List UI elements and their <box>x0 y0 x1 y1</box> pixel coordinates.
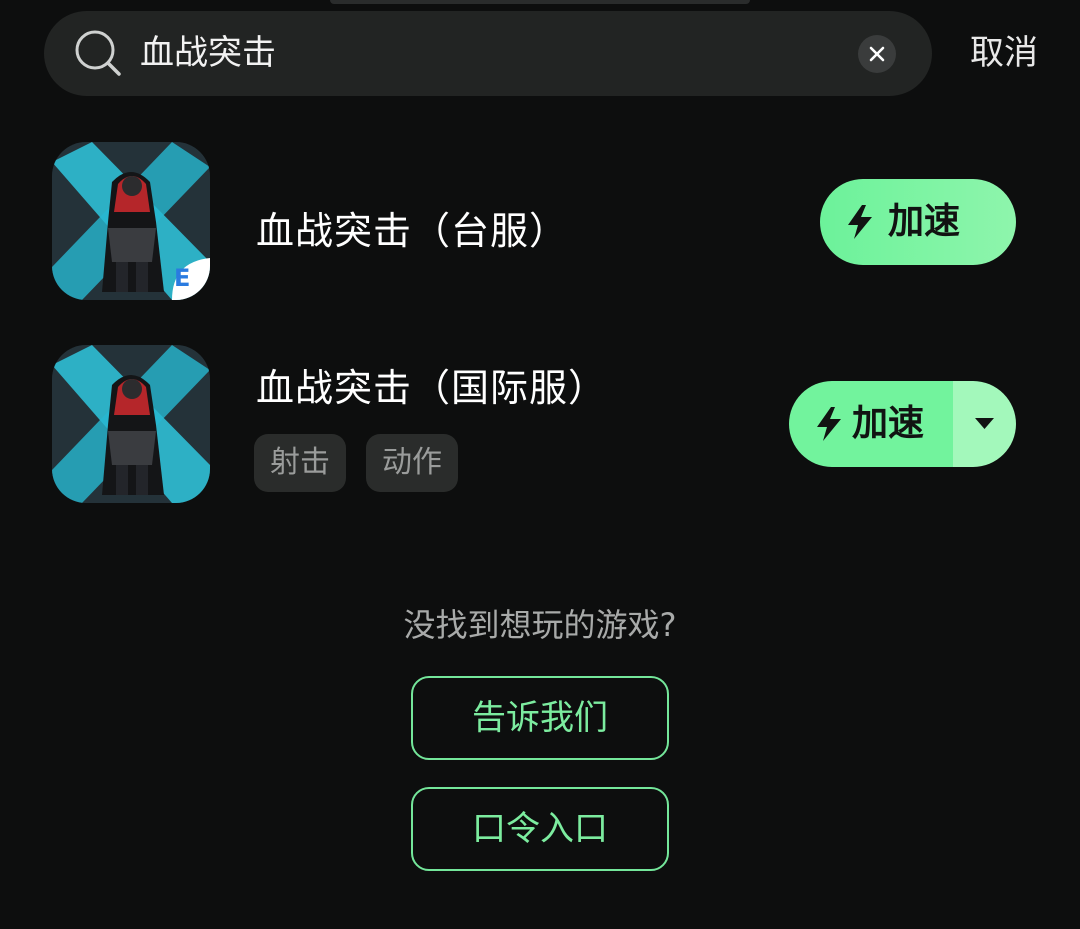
tell-us-button[interactable]: 告诉我们 <box>411 676 669 760</box>
tag-shooting: 射击 <box>254 434 346 492</box>
accelerate-button-label: 加速 <box>888 201 961 242</box>
game-title-international[interactable]: 血战突击（国际服） <box>256 357 607 412</box>
clear-search-button[interactable] <box>858 35 896 73</box>
accelerate-button-label: 加速 <box>852 403 925 444</box>
status-bar-edge <box>330 0 750 4</box>
bolt-icon <box>817 407 841 441</box>
not-found-prompt: 没找到想玩的游戏? <box>403 606 677 644</box>
code-entry-button[interactable]: 口令入口 <box>411 787 669 871</box>
accelerate-button-taiwan[interactable]: 加速 <box>820 179 1016 265</box>
accelerate-button-international[interactable]: 加速 <box>789 381 953 467</box>
search-bar[interactable]: 血战突击 <box>44 11 932 96</box>
tag-action: 动作 <box>366 434 458 492</box>
caret-down-icon <box>975 418 994 429</box>
bolt-icon <box>848 205 872 239</box>
game-icon-international[interactable] <box>52 345 210 503</box>
cancel-button[interactable]: 取消 <box>970 11 1038 96</box>
server-dropdown-button[interactable] <box>953 381 1016 467</box>
game-title-taiwan[interactable]: 血战突击（台服） <box>256 200 568 255</box>
e-badge-icon: E <box>174 264 191 292</box>
accelerate-split-button-international: 加速 <box>789 381 1016 467</box>
game-icon-taiwan[interactable]: E <box>52 142 210 300</box>
search-icon <box>74 29 122 77</box>
search-input[interactable]: 血战突击 <box>140 11 276 96</box>
close-icon <box>869 46 885 62</box>
